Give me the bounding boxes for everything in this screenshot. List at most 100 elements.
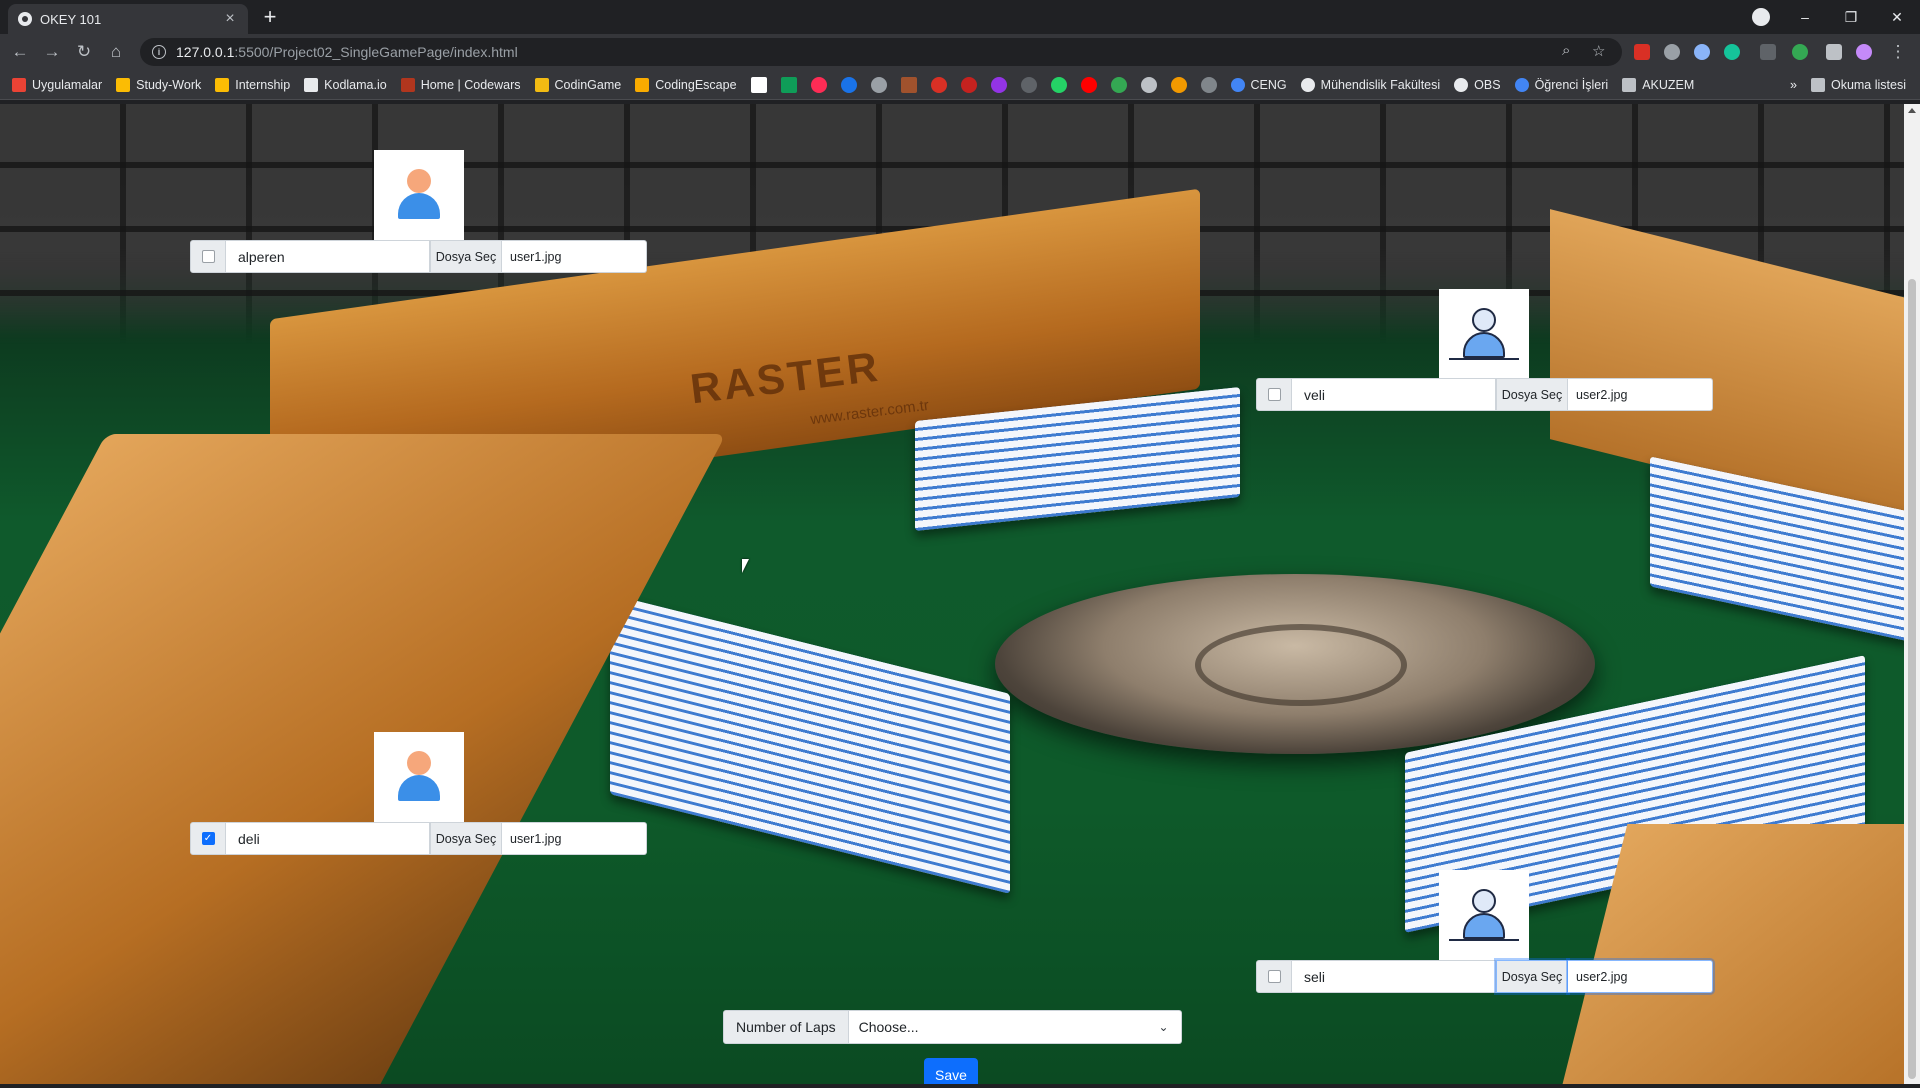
minimize-icon[interactable]: – — [1782, 9, 1828, 25]
bookmark-akuzem[interactable]: AKUZEM — [1622, 77, 1694, 92]
player4-name-input[interactable]: seli — [1292, 960, 1496, 993]
bookmark-codewars[interactable]: Home | Codewars — [400, 77, 521, 92]
game-page: RASTER www.raster.com.tr alperen Dosya S… — [0, 104, 1904, 1084]
player1-file-button[interactable]: Dosya Seç — [430, 240, 502, 273]
scrollbar-thumb[interactable] — [1908, 279, 1916, 1079]
profile-avatar[interactable] — [1856, 44, 1872, 60]
player2-checkbox-wrap[interactable] — [1256, 378, 1292, 411]
bookmark-icon-red[interactable] — [960, 76, 977, 93]
bookmark-icon-tiktok[interactable] — [810, 76, 827, 93]
player1-name-input[interactable]: alperen — [226, 240, 430, 273]
player1-file-name[interactable]: user1.jpg — [502, 240, 647, 273]
bookmark-icon-pen[interactable] — [870, 76, 887, 93]
bookmark-icon-d[interactable] — [930, 76, 947, 93]
player1-checkbox-wrap[interactable] — [190, 240, 226, 273]
close-window-icon[interactable]: ✕ — [1874, 9, 1920, 26]
player2-file-name[interactable]: user2.jpg — [1568, 378, 1713, 411]
tile-stack-left — [610, 594, 1010, 894]
bookmark-study-work[interactable]: Study-Work — [116, 77, 201, 92]
player3-name-input[interactable]: deli — [226, 822, 430, 855]
scroll-up-icon[interactable] — [1908, 108, 1916, 113]
bookmark-icon-dark[interactable] — [1020, 76, 1037, 93]
extension-mail-icon[interactable] — [1634, 44, 1650, 60]
bookmark-icon-s[interactable] — [780, 76, 797, 93]
bookmarks-bar: Uygulamalar Study-Work Internship Kodlam… — [0, 70, 1920, 100]
player2-avatar — [1439, 289, 1529, 379]
player4-file-button[interactable]: Dosya Seç — [1496, 960, 1568, 993]
player4-checkbox[interactable] — [1267, 970, 1281, 983]
bookmark-codingescape[interactable]: CodingEscape — [635, 77, 737, 92]
laps-label: Number of Laps — [723, 1010, 849, 1044]
bookmark-codingame[interactable]: CodinGame — [534, 77, 621, 92]
extension-grid-icon[interactable] — [1760, 44, 1776, 60]
bookmark-icon-blue[interactable] — [840, 76, 857, 93]
bookmark-icon-w[interactable] — [750, 76, 767, 93]
player4-avatar — [1439, 870, 1529, 960]
laps-selected-value: Choose... — [858, 1019, 919, 1035]
user-outline-icon — [1449, 306, 1519, 362]
save-button[interactable]: Save — [924, 1058, 978, 1084]
extension-globe-icon[interactable] — [1694, 44, 1710, 60]
player2-checkbox[interactable] — [1267, 388, 1281, 401]
new-tab-icon[interactable]: + — [258, 4, 282, 30]
extension-shield-icon[interactable] — [1664, 44, 1680, 60]
browser-menu-icon[interactable]: ⋮ — [1886, 42, 1910, 62]
forward-icon[interactable]: → — [40, 42, 64, 62]
player3-file-name[interactable]: user1.jpg — [502, 822, 647, 855]
bookmark-apps[interactable]: Uygulamalar — [12, 77, 102, 92]
bookmark-icon-photo[interactable] — [900, 76, 917, 93]
center-tray — [995, 574, 1595, 754]
bookmark-kodlama[interactable]: Kodlama.io — [304, 77, 387, 92]
user-icon — [394, 167, 444, 223]
tab-close-icon[interactable]: × — [222, 10, 238, 28]
laps-select[interactable]: Choose... ⌄ — [848, 1010, 1182, 1044]
player4-form: seli Dosya Seç user2.jpg — [1256, 960, 1713, 993]
player2-file-button[interactable]: Dosya Seç — [1496, 378, 1568, 411]
player4-checkbox-wrap[interactable] — [1256, 960, 1292, 993]
bookmark-icon-cog[interactable] — [1200, 76, 1217, 93]
tab-title: OKEY 101 — [40, 11, 102, 27]
window-controls: – ❐ ✕ — [1782, 0, 1920, 34]
user-icon — [394, 749, 444, 805]
mouse-cursor-icon — [742, 559, 749, 573]
bookmark-internship[interactable]: Internship — [215, 77, 290, 92]
address-bar[interactable]: i 127.0.0.1:5500/Project02_SingleGamePag… — [140, 38, 1622, 66]
bookmark-youtube-icon[interactable] — [1080, 76, 1097, 93]
extension-grammarly-icon[interactable] — [1724, 44, 1740, 60]
reload-icon[interactable]: ↻ — [72, 42, 96, 62]
browser-toolbar: ← → ↻ ⌂ i 127.0.0.1:5500/Project02_Singl… — [0, 34, 1920, 70]
restore-icon[interactable]: ❐ — [1828, 9, 1874, 26]
zoom-search-icon[interactable]: ⌕ — [1562, 42, 1570, 59]
player1-checkbox[interactable] — [201, 250, 215, 263]
bookmark-icon-orange[interactable] — [1170, 76, 1187, 93]
player3-checkbox-checked-icon[interactable]: ✓ — [201, 832, 215, 845]
bookmark-whatsapp-icon[interactable] — [1050, 76, 1067, 93]
bookmark-icon-purple[interactable] — [990, 76, 1007, 93]
browser-tab[interactable]: OKEY 101 × — [8, 4, 248, 34]
page-scrollbar[interactable] — [1904, 104, 1920, 1084]
player1-form: alperen Dosya Seç user1.jpg — [190, 240, 647, 273]
player3-checkbox-wrap[interactable]: ✓ — [190, 822, 226, 855]
extensions-puzzle-icon[interactable] — [1826, 44, 1842, 60]
bookmark-muhendislik[interactable]: Mühendislik Fakültesi — [1300, 77, 1440, 92]
player3-avatar — [374, 732, 464, 822]
back-icon[interactable]: ← — [8, 42, 32, 62]
extension-leaf-icon[interactable] — [1792, 44, 1808, 60]
chevron-down-icon: ⌄ — [1158, 1020, 1169, 1034]
bookmark-ogrenci-isleri[interactable]: Öğrenci İşleri — [1514, 77, 1608, 92]
laps-input-group: Number of Laps Choose... ⌄ — [723, 1010, 1182, 1044]
bookmark-obs[interactable]: OBS — [1454, 77, 1501, 92]
player3-form: ✓ deli Dosya Seç user1.jpg — [190, 822, 647, 855]
player3-file-button[interactable]: Dosya Seç — [430, 822, 502, 855]
more-bookmarks-icon[interactable]: » — [1790, 78, 1797, 92]
player4-file-name[interactable]: user2.jpg — [1568, 960, 1713, 993]
home-icon[interactable]: ⌂ — [104, 42, 128, 62]
bookmark-ceng[interactable]: CENG — [1230, 77, 1287, 92]
bookmark-icon-green[interactable] — [1110, 76, 1127, 93]
reading-list[interactable]: Okuma listesi — [1810, 77, 1920, 92]
site-info-icon[interactable]: i — [152, 45, 166, 59]
profile-menu-icon[interactable] — [1752, 8, 1770, 26]
player2-name-input[interactable]: veli — [1292, 378, 1496, 411]
bookmark-icon-slash[interactable] — [1140, 76, 1157, 93]
bookmark-star-icon[interactable]: ☆ — [1592, 42, 1605, 60]
